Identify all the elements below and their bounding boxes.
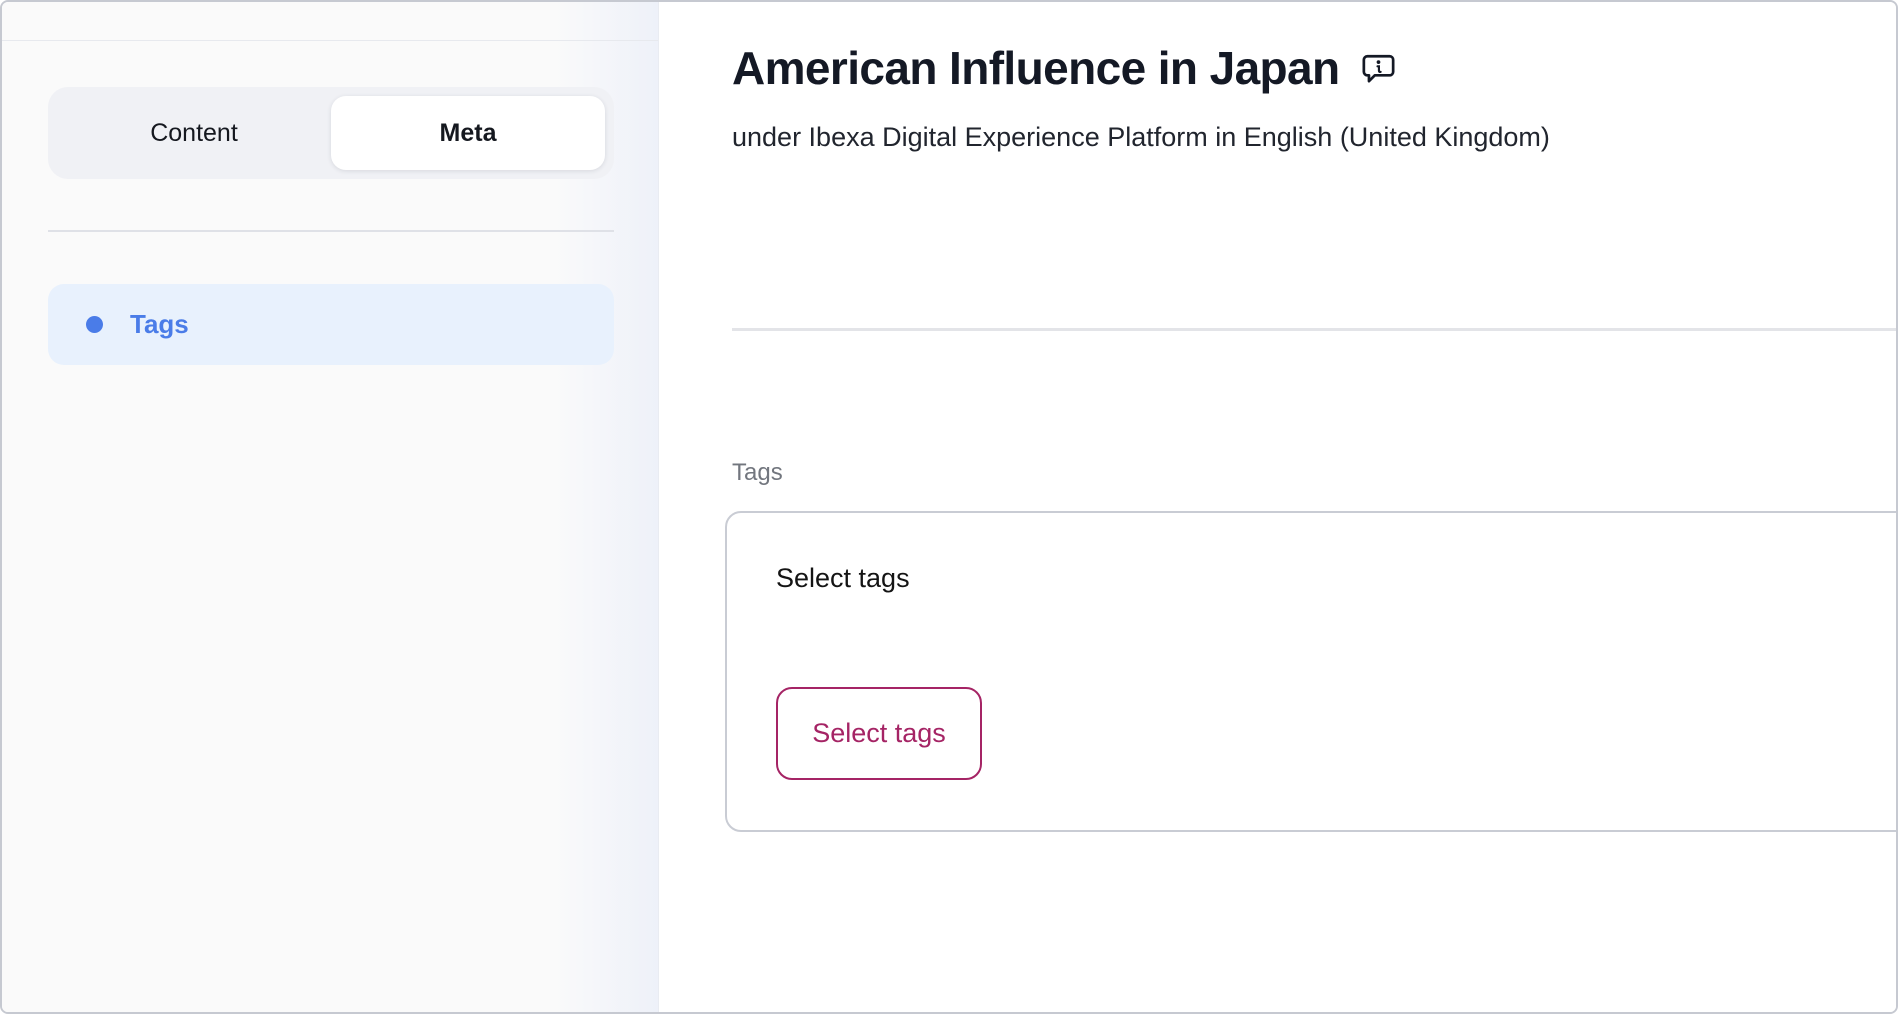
title-row: American Influence in Japan bbox=[732, 42, 1896, 95]
content-meta-tab-switcher: Content Meta bbox=[48, 87, 614, 179]
tags-section-label: Tags bbox=[732, 459, 1896, 487]
page-title: American Influence in Japan bbox=[732, 42, 1340, 95]
select-tags-button[interactable]: Select tags bbox=[776, 687, 982, 780]
main-panel: American Influence in Japan under Ibexa … bbox=[659, 2, 1896, 1012]
sidebar-item-tags[interactable]: Tags bbox=[48, 284, 614, 365]
sidebar-body: Content Meta Tags bbox=[2, 41, 658, 365]
tags-field-group: Select tags Select tags bbox=[725, 511, 1898, 832]
anchor-sidebar: Content Meta Tags bbox=[2, 2, 659, 1012]
sidebar-header bbox=[2, 2, 658, 41]
content-divider bbox=[732, 328, 1896, 331]
page-subtitle: under Ibexa Digital Experience Platform … bbox=[732, 121, 1896, 155]
active-dot-icon bbox=[86, 316, 103, 333]
content-edit-window: Content Meta Tags American Influence in … bbox=[0, 0, 1898, 1014]
tab-meta[interactable]: Meta bbox=[331, 96, 605, 170]
select-tags-label: Select tags bbox=[776, 563, 1898, 594]
tab-content[interactable]: Content bbox=[57, 96, 331, 170]
sidebar-item-label: Tags bbox=[130, 309, 189, 340]
sidebar-divider bbox=[48, 230, 614, 232]
info-speech-bubble-icon[interactable] bbox=[1360, 53, 1397, 86]
